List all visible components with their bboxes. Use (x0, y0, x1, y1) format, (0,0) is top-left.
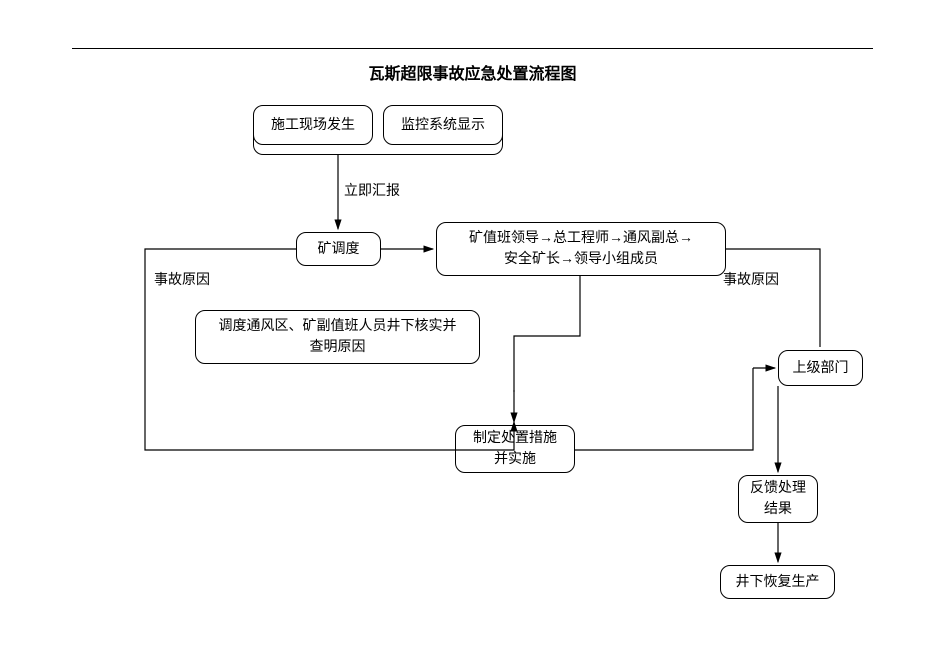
horizontal-rule (72, 48, 873, 49)
node-feedback: 反馈处理 结果 (738, 475, 818, 523)
diagram-title: 瓦斯超限事故应急处置流程图 (0, 60, 945, 84)
node-measures: 制定处置措施 并实施 (455, 425, 575, 473)
node-resume: 井下恢复生产 (720, 565, 835, 599)
node-leaders: 矿值班领导→总工程师→通风副总→ 安全矿长→领导小组成员 (436, 222, 726, 276)
node-site-occurs: 施工现场发生 (253, 105, 373, 145)
node-monitor-shows: 监控系统显示 (383, 105, 503, 145)
label-report-now: 立即汇报 (344, 180, 400, 200)
node-dispatch: 矿调度 (296, 232, 381, 266)
label-cause-left: 事故原因 (154, 269, 210, 289)
node-verify-cause: 调度通风区、矿副值班人员井下核实并 查明原因 (195, 310, 480, 364)
label-cause-right: 事故原因 (723, 269, 779, 289)
node-superior: 上级部门 (778, 350, 863, 386)
